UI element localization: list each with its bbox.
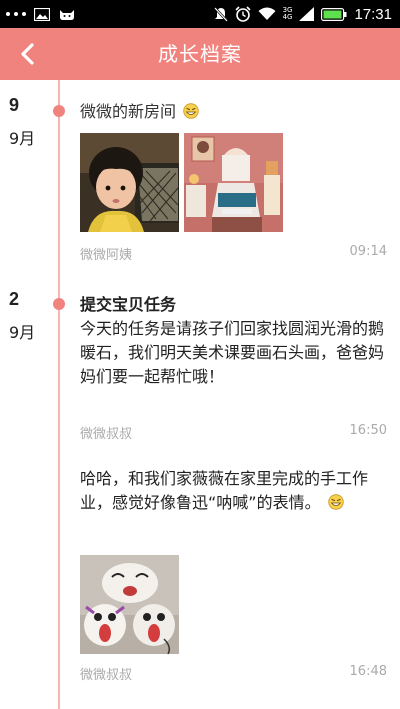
post-text: 哈哈，和我们家薇薇在家里完成的手工作业，感觉好像鲁迅“呐喊”的表情。 <box>80 467 390 515</box>
bedroom-photo[interactable] <box>184 133 283 232</box>
network-label-bottom: 4G <box>282 13 293 21</box>
post-text: 今天的任务是请孩子们回家找圆润光滑的鹅暖石，我们明天美术课要画石头画，爸爸妈妈们… <box>80 319 385 386</box>
clock: 17:31 <box>354 5 392 23</box>
cat-icon <box>60 9 74 20</box>
post-author: 微微阿姨 <box>80 248 133 263</box>
timeline-dot <box>53 105 65 117</box>
post-author: 微微叔叔 <box>80 668 133 683</box>
post-time: 16:50 <box>349 423 387 438</box>
post-time: 09:14 <box>349 244 387 259</box>
status-bar: 3G 4G 17:31 <box>0 0 400 28</box>
entry-day: 9 <box>9 95 20 115</box>
post-title: 提交宝贝任务 <box>80 295 177 314</box>
paper-plate-masks-photo[interactable] <box>80 555 179 654</box>
signal-icon <box>299 7 315 21</box>
post-author: 微微叔叔 <box>80 427 133 442</box>
grin-emoji-icon <box>327 494 344 510</box>
grin-emoji-icon <box>183 103 199 119</box>
back-button[interactable] <box>4 28 50 80</box>
post-time: 16:48 <box>349 664 387 679</box>
page-title: 成长档案 <box>158 42 242 66</box>
post-text-body: 哈哈，和我们家薇薇在家里完成的手工作业，感觉好像鲁迅“呐喊”的表情。 <box>80 469 369 512</box>
image-icon <box>34 7 50 21</box>
post-title: 微微的新房间 <box>80 98 199 122</box>
chevron-left-icon <box>21 43 34 65</box>
mute-icon <box>213 6 228 22</box>
battery-icon <box>321 7 347 21</box>
wifi-icon <box>258 7 276 20</box>
post-title-text: 微微的新房间 <box>80 102 177 121</box>
more-dots-icon <box>6 12 26 16</box>
title-bar: 成长档案 <box>0 28 400 80</box>
entry-month: 9月 <box>9 129 36 148</box>
entry-day: 2 <box>9 289 20 309</box>
entry-month: 9月 <box>9 323 36 342</box>
timeline-dot <box>53 298 65 310</box>
child-photo[interactable] <box>80 133 179 232</box>
network-type-label: 3G 4G <box>283 7 293 21</box>
timeline-line <box>58 80 60 709</box>
alarm-icon <box>234 6 251 22</box>
